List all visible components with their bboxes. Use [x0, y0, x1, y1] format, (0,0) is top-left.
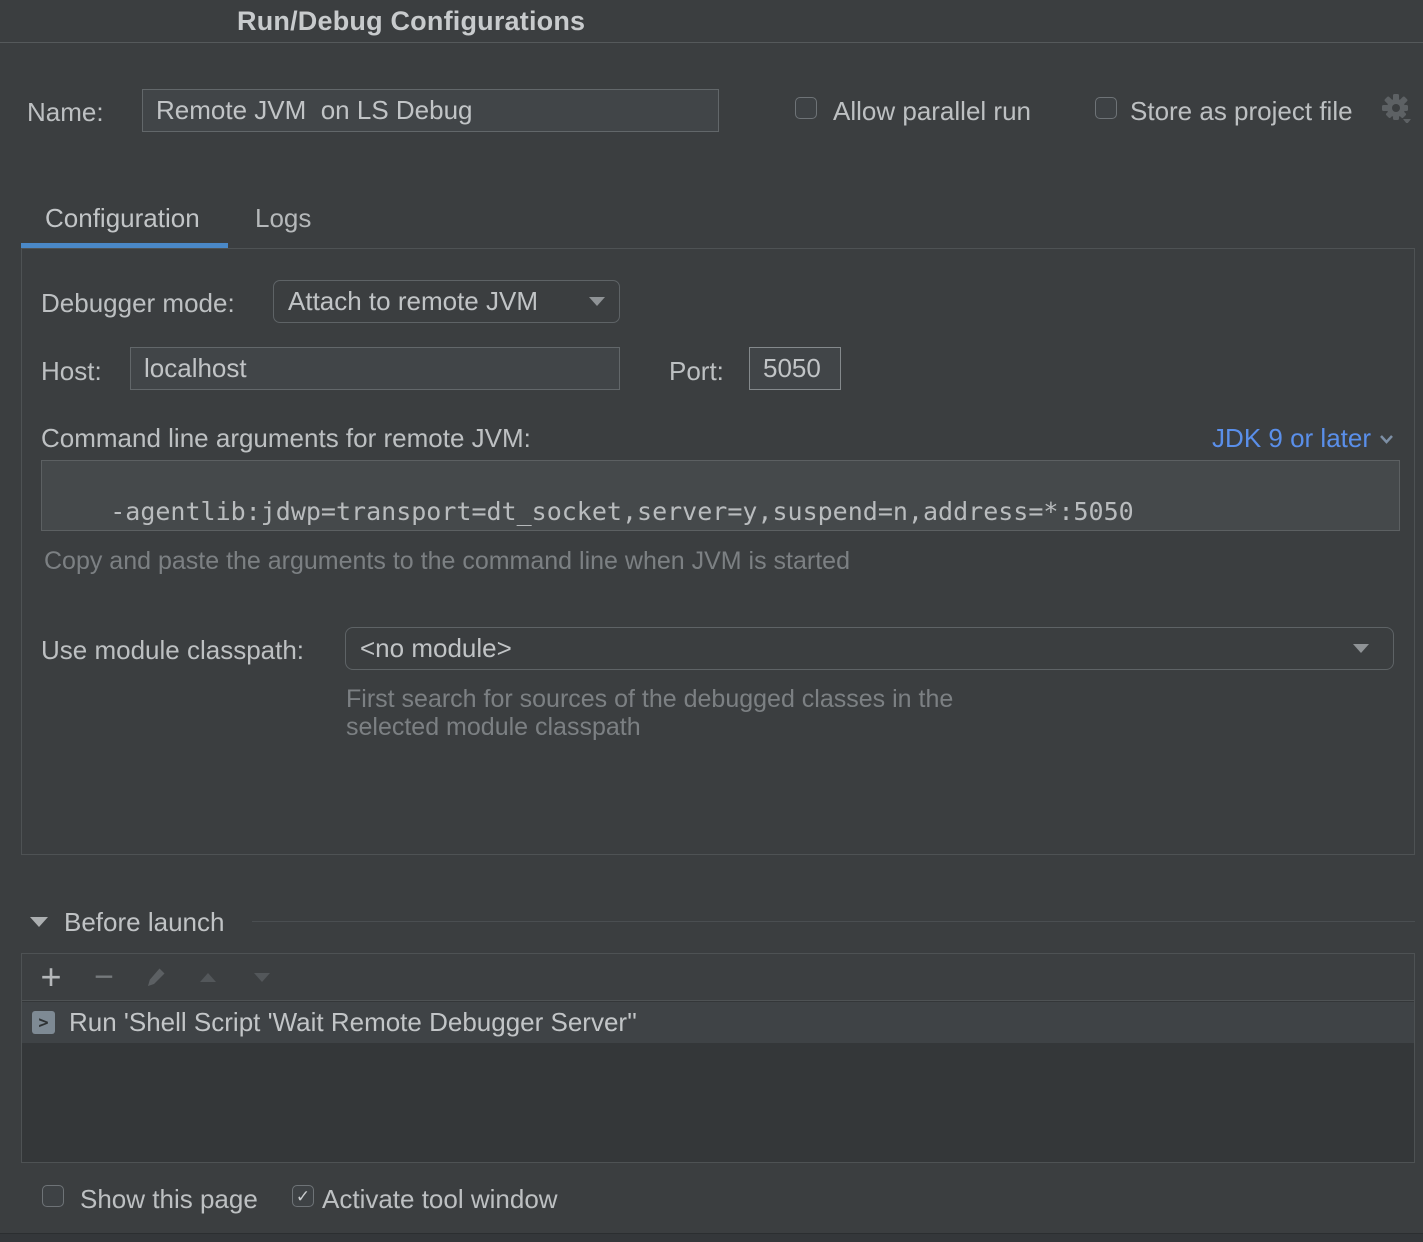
- module-classpath-label: Use module classpath:: [41, 635, 304, 666]
- collapse-triangle-icon[interactable]: [30, 917, 48, 927]
- dialog-title-bar: Run/Debug Configurations: [0, 0, 1423, 43]
- store-as-project-file-label[interactable]: Store as project file: [1130, 96, 1353, 127]
- port-input[interactable]: 5050: [749, 347, 841, 390]
- before-launch-header[interactable]: Before launch: [30, 908, 224, 936]
- module-classpath-dropdown[interactable]: <no module>: [345, 627, 1394, 670]
- tab-configuration[interactable]: Configuration: [45, 203, 200, 234]
- jdk-version-label: JDK 9 or later: [1212, 423, 1371, 454]
- chevron-down-icon: [1353, 644, 1369, 653]
- pencil-icon: [144, 965, 168, 989]
- host-input-value: localhost: [144, 353, 247, 384]
- task-label: Run 'Shell Script 'Wait Remote Debugger …: [69, 1007, 637, 1038]
- tab-logs[interactable]: Logs: [255, 203, 311, 234]
- name-label: Name:: [27, 97, 104, 128]
- store-as-project-file-checkbox[interactable]: [1095, 97, 1117, 119]
- command-line-args-value: -agentlib:jdwp=transport=dt_socket,serve…: [110, 497, 1134, 526]
- gear-icon[interactable]: [1381, 93, 1411, 123]
- dialog-title: Run/Debug Configurations: [237, 0, 585, 43]
- command-line-args-label: Command line arguments for remote JVM:: [41, 423, 531, 454]
- host-label: Host:: [41, 356, 102, 387]
- run-shell-script-icon: >: [32, 1011, 55, 1034]
- debugger-mode-label: Debugger mode:: [41, 288, 235, 319]
- arrow-up-icon: [200, 973, 216, 982]
- before-launch-panel: + − > Run 'Shell Script 'Wait Remote Deb…: [21, 953, 1415, 1163]
- name-input-value: Remote JVM on LS Debug: [156, 95, 473, 126]
- chevron-down-icon: [1379, 434, 1394, 444]
- chevron-down-icon: [589, 297, 605, 306]
- before-launch-divider: [252, 921, 1415, 922]
- show-this-page-checkbox[interactable]: [42, 1185, 64, 1207]
- arrow-down-icon: [254, 973, 270, 982]
- module-classpath-hint: First search for sources of the debugged…: [346, 685, 1016, 741]
- command-line-args-hint: Copy and paste the arguments to the comm…: [44, 547, 850, 576]
- configuration-panel: Debugger mode: Attach to remote JVM Host…: [21, 248, 1415, 855]
- debugger-mode-dropdown[interactable]: Attach to remote JVM: [273, 280, 620, 323]
- port-label: Port:: [669, 356, 724, 387]
- edit-task-button[interactable]: [139, 960, 173, 994]
- activate-tool-window-label[interactable]: Activate tool window: [322, 1184, 558, 1215]
- before-launch-task-row[interactable]: > Run 'Shell Script 'Wait Remote Debugge…: [22, 1002, 1414, 1043]
- host-input[interactable]: localhost: [130, 347, 620, 390]
- activate-tool-window-checkbox[interactable]: [292, 1185, 314, 1207]
- debugger-mode-value: Attach to remote JVM: [288, 286, 538, 317]
- add-task-button[interactable]: +: [34, 960, 68, 994]
- remove-task-button[interactable]: −: [87, 960, 121, 994]
- show-this-page-label[interactable]: Show this page: [80, 1184, 258, 1215]
- jdk-version-selector[interactable]: JDK 9 or later: [1212, 423, 1394, 454]
- name-input[interactable]: Remote JVM on LS Debug: [142, 89, 719, 132]
- bottom-divider: [0, 1233, 1423, 1242]
- allow-parallel-run-label[interactable]: Allow parallel run: [833, 96, 1031, 127]
- command-line-args-textarea[interactable]: -agentlib:jdwp=transport=dt_socket,serve…: [41, 460, 1400, 531]
- before-launch-toolbar: + −: [22, 954, 1414, 1001]
- port-input-value: 5050: [763, 353, 821, 384]
- move-task-down-button[interactable]: [245, 960, 279, 994]
- module-classpath-value: <no module>: [360, 633, 512, 664]
- allow-parallel-run-checkbox[interactable]: [795, 97, 817, 119]
- move-task-up-button[interactable]: [191, 960, 225, 994]
- before-launch-title: Before launch: [64, 907, 224, 938]
